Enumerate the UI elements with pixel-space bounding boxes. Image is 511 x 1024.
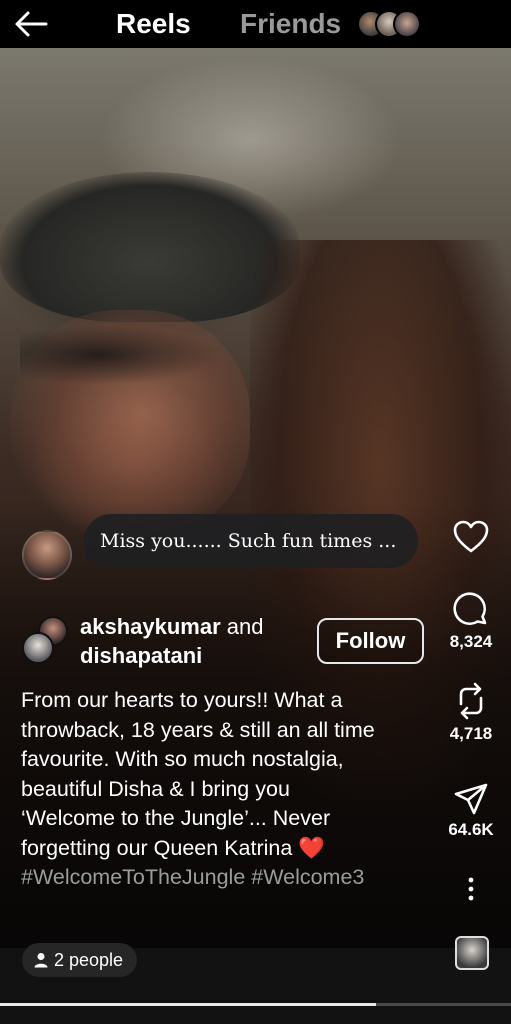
more-options-button[interactable] <box>436 876 506 902</box>
caption-line-last: forgetting our Queen Katrina ❤️ <box>21 834 441 864</box>
share-count: 64.6K <box>448 820 494 839</box>
commenter-avatar[interactable] <box>22 530 72 580</box>
back-arrow-icon[interactable] <box>14 10 48 38</box>
share-button[interactable]: 64.6K <box>436 782 506 840</box>
people-label: 2 people <box>54 950 124 970</box>
hashtags[interactable]: #WelcomeToTheJungle #Welcome3 <box>21 863 441 893</box>
comment-count: 8,324 <box>449 632 493 651</box>
author-primary[interactable]: akshaykumar <box>80 614 221 639</box>
author-names[interactable]: akshaykumar and dishapatani <box>80 612 264 670</box>
tab-reels[interactable]: Reels <box>116 8 191 40</box>
tab-friends[interactable]: Friends <box>240 8 341 40</box>
caption-line: ‘Welcome to the Jungle’... Never <box>21 806 331 830</box>
repost-icon <box>459 682 483 720</box>
author-avatars[interactable] <box>22 616 70 664</box>
comment-icon <box>453 592 487 625</box>
video-progress-fill <box>0 1003 376 1006</box>
friend-avatar <box>393 10 421 38</box>
author-avatar <box>22 632 54 664</box>
follow-button[interactable]: Follow <box>317 618 424 664</box>
top-bar: Reels Friends <box>0 0 511 48</box>
audio-thumbnail[interactable] <box>455 936 489 970</box>
caption[interactable]: From our hearts to yours!! What a throwb… <box>21 686 441 893</box>
comment-button[interactable]: 8,324 <box>436 592 506 652</box>
caption-line-text: forgetting our Queen Katrina <box>21 835 293 860</box>
heart-emoji: ❤️ <box>298 835 326 860</box>
caption-line: beautiful Disha & I bring you <box>21 776 290 801</box>
heart-icon <box>453 520 489 553</box>
repost-button[interactable]: 4,718 <box>436 682 506 744</box>
friend-avatars[interactable] <box>357 10 427 40</box>
tagged-people-button[interactable]: 2 people <box>22 943 138 977</box>
person-icon <box>34 953 48 968</box>
repost-count: 4,718 <box>449 724 493 743</box>
author-secondary[interactable]: dishapatani <box>80 643 202 668</box>
comment-bubble[interactable]: Miss you...... Such fun times ... <box>84 514 418 568</box>
more-icon <box>468 877 474 901</box>
caption-line: throwback, 18 years & still an all time <box>21 717 375 742</box>
video-glasses-region <box>20 325 220 385</box>
reels-screen: Reels Friends Miss you...... Such fun ti… <box>0 0 511 1024</box>
caption-line: favourite. With so much nostalgia, <box>21 747 344 771</box>
caption-line: From our hearts to yours!! What a <box>21 688 343 712</box>
video-progress-bar[interactable] <box>0 1003 511 1006</box>
author-joiner: and <box>226 614 264 639</box>
share-icon <box>454 783 488 815</box>
like-button[interactable] <box>436 520 506 554</box>
